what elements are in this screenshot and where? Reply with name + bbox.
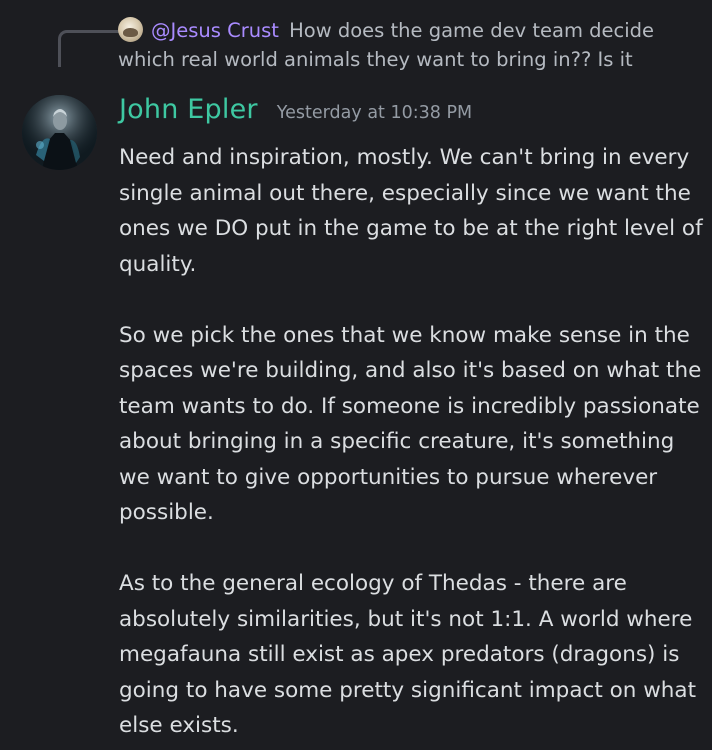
message-header: John Epler Yesterday at 10:38 PM xyxy=(119,94,472,125)
timestamp[interactable]: Yesterday at 10:38 PM xyxy=(277,103,472,123)
avatar[interactable] xyxy=(22,95,97,170)
reply-author-name[interactable]: @Jesus Crust xyxy=(151,19,279,42)
message-paragraph: Need and inspiration, mostly. We can't b… xyxy=(119,145,703,277)
author-name[interactable]: John Epler xyxy=(119,94,258,125)
message-paragraph: As to the general ecology of Thedas - th… xyxy=(119,571,697,738)
reply-preview[interactable]: @Jesus Crust How does the game dev team … xyxy=(118,16,708,74)
reply-connector-line xyxy=(58,30,121,67)
message-paragraph: So we pick the ones that we know make se… xyxy=(119,322,702,526)
reply-author-avatar[interactable] xyxy=(118,17,143,42)
message-body: Need and inspiration, mostly. We can't b… xyxy=(119,140,704,750)
